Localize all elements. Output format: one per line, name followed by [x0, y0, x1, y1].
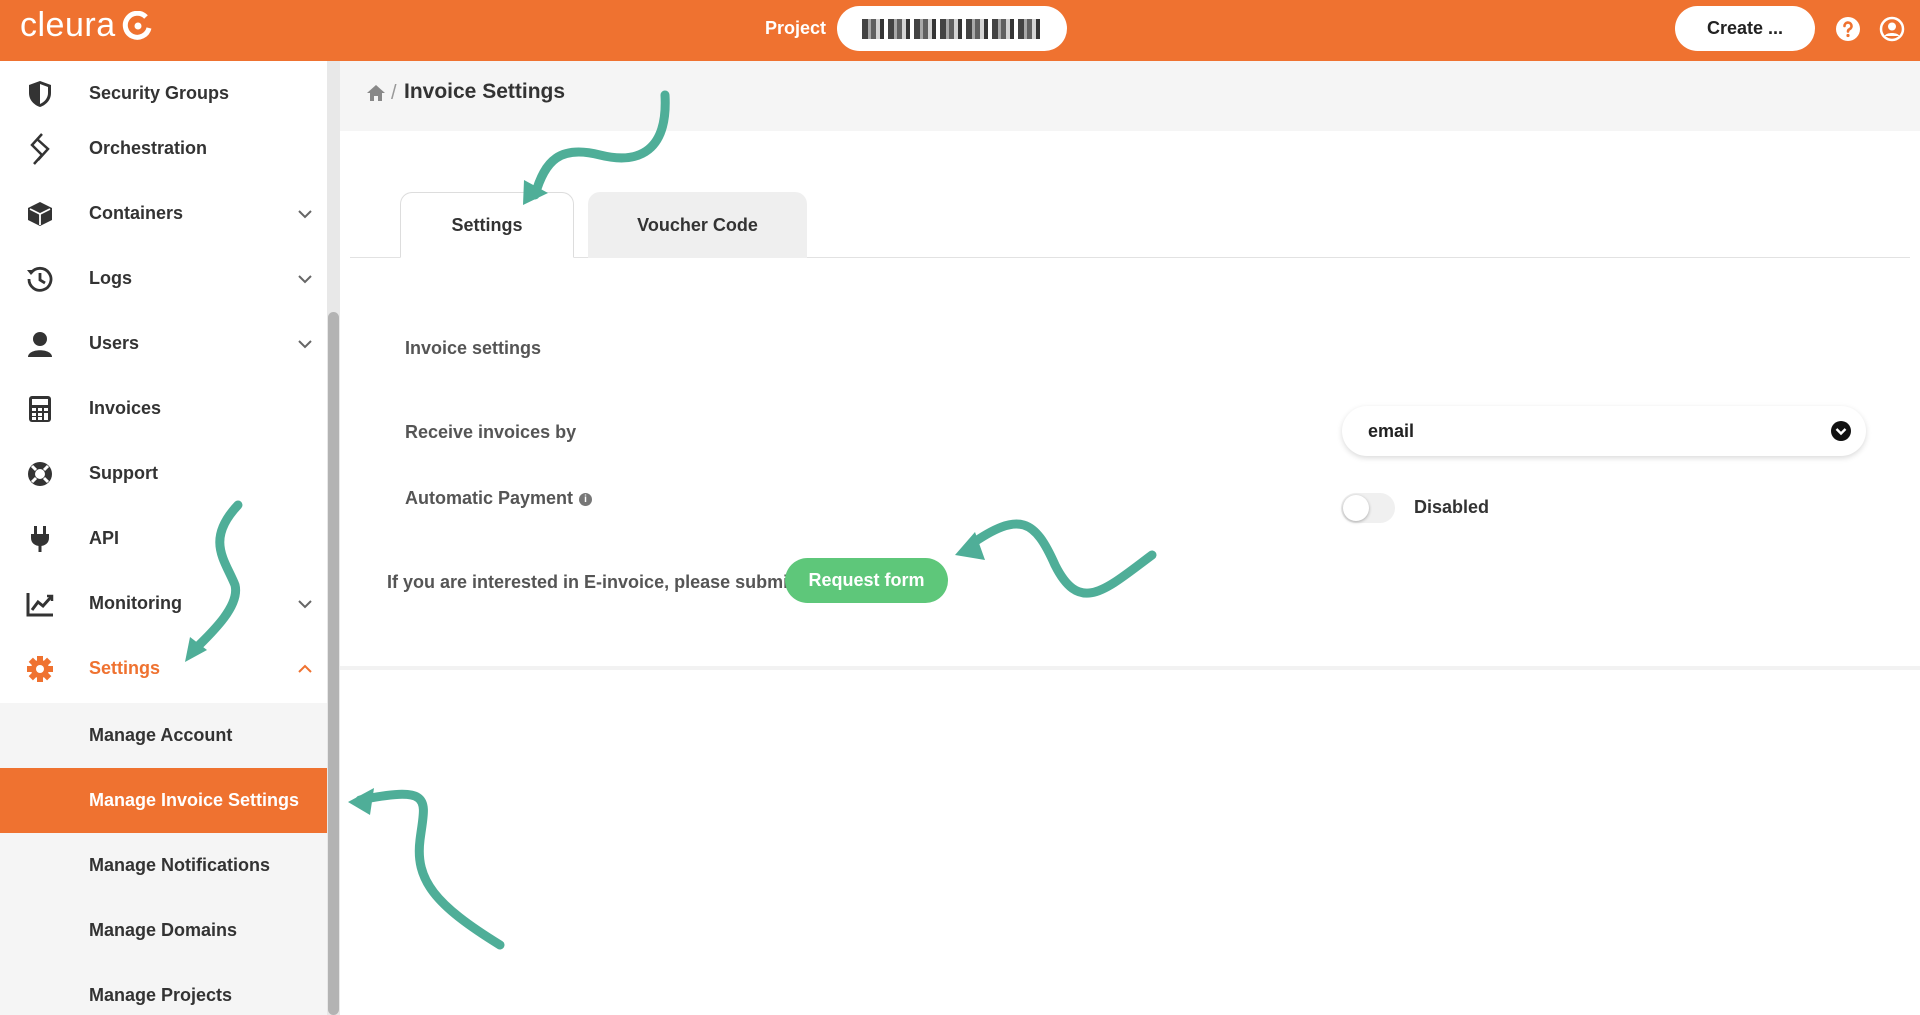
page-title: Invoice Settings [404, 80, 566, 103]
submenu-item-manage-account[interactable]: Manage Account [0, 703, 327, 768]
shield-icon [25, 79, 55, 109]
sidebar-item-label: Settings [89, 658, 161, 678]
select-value: email [1368, 420, 1415, 441]
section-title: Invoice settings [405, 338, 542, 358]
home-icon[interactable] [366, 84, 386, 102]
sidebar-item-containers[interactable]: Containers [0, 181, 327, 246]
submenu-item-manage-notifications[interactable]: Manage Notifications [0, 833, 327, 898]
settings-submenu: Manage Account Manage Invoice Settings M… [0, 703, 327, 1015]
history-icon [25, 264, 55, 294]
tab-settings[interactable]: Settings [400, 192, 574, 258]
lifebuoy-icon [25, 459, 55, 489]
sidebar-item-label: API [89, 528, 120, 548]
orchestration-icon [25, 132, 55, 165]
submenu-item-label: Manage Account [89, 725, 233, 745]
gear-icon [25, 654, 55, 684]
logo-mark-icon [122, 10, 152, 40]
chevron-down-circle-icon [1831, 421, 1851, 441]
info-icon[interactable]: i [579, 492, 593, 506]
sidebar-item-orchestration[interactable]: Orchestration [0, 116, 327, 181]
tab-voucher-code[interactable]: Voucher Code [588, 192, 807, 258]
sidebar-item-label: Users [89, 333, 140, 353]
chevron-up-icon [298, 664, 312, 673]
submenu-item-manage-domains[interactable]: Manage Domains [0, 898, 327, 963]
einvoice-text: If you are interested in E-invoice, plea… [387, 572, 795, 592]
automatic-payment-text: Automatic Payment [405, 488, 574, 508]
tab-label: Voucher Code [637, 214, 758, 235]
submenu-item-label: Manage Projects [89, 985, 233, 1005]
tab-divider [350, 257, 1910, 258]
sidebar-item-settings[interactable]: Settings [0, 636, 327, 701]
receive-invoices-select[interactable]: email [1342, 406, 1866, 456]
redacted-project-name [862, 18, 1042, 39]
submenu-item-manage-invoice-settings[interactable]: Manage Invoice Settings [0, 768, 327, 833]
sidebar: Security Groups Orchestration Containers… [0, 61, 327, 1015]
help-icon[interactable] [1835, 16, 1861, 42]
cube-icon [25, 199, 55, 229]
create-button[interactable]: Create ... [1675, 6, 1815, 51]
account-icon[interactable] [1879, 16, 1905, 42]
submenu-item-label: Manage Notifications [89, 855, 271, 875]
chevron-down-icon [298, 274, 312, 283]
submenu-item-label: Manage Invoice Settings [89, 790, 300, 810]
sidebar-scrollbar-thumb[interactable] [328, 312, 339, 1015]
sidebar-item-label: Invoices [89, 398, 162, 418]
breadcrumb-separator: / [391, 82, 397, 104]
sidebar-item-monitoring[interactable]: Monitoring [0, 571, 327, 636]
sidebar-item-users[interactable]: Users [0, 311, 327, 376]
plug-icon [25, 524, 55, 554]
sidebar-item-invoices[interactable]: Invoices [0, 376, 327, 441]
breadcrumb [340, 61, 1920, 131]
toggle-state-label: Disabled [1414, 497, 1490, 517]
toggle-knob [1343, 495, 1369, 521]
submenu-item-label: Manage Domains [89, 920, 238, 940]
sidebar-item-api[interactable]: API [0, 506, 327, 571]
automatic-payment-label: Automatic Payment i [405, 488, 593, 509]
chevron-down-icon [298, 339, 312, 348]
sidebar-item-label: Support [89, 463, 158, 483]
sidebar-item-label: Monitoring [89, 593, 182, 613]
card-divider [340, 666, 1920, 670]
tab-label: Settings [451, 214, 523, 235]
arrow-to-invoice-submenu [355, 789, 505, 950]
cleura-logo[interactable]: cleura [20, 6, 152, 45]
receive-invoices-label: Receive invoices by [405, 422, 577, 442]
sidebar-item-label: Orchestration [89, 138, 208, 158]
chart-icon [25, 589, 55, 619]
sidebar-item-label: Security Groups [89, 83, 230, 103]
user-icon [25, 329, 55, 359]
logo-text: cleura [20, 6, 116, 44]
chevron-down-icon [298, 209, 312, 218]
request-form-button[interactable]: Request form [785, 558, 948, 603]
project-label: Project [765, 18, 827, 38]
top-bar: cleura Project Create ... [0, 0, 1920, 61]
automatic-payment-toggle[interactable] [1341, 493, 1395, 523]
sidebar-item-logs[interactable]: Logs [0, 246, 327, 311]
sidebar-item-label: Containers [89, 203, 184, 223]
project-selector[interactable] [837, 6, 1067, 51]
calculator-icon [25, 394, 55, 424]
sidebar-item-support[interactable]: Support [0, 441, 327, 506]
submenu-item-manage-projects[interactable]: Manage Projects [0, 963, 327, 1015]
sidebar-item-label: Logs [89, 268, 132, 288]
chevron-down-icon [298, 599, 312, 608]
